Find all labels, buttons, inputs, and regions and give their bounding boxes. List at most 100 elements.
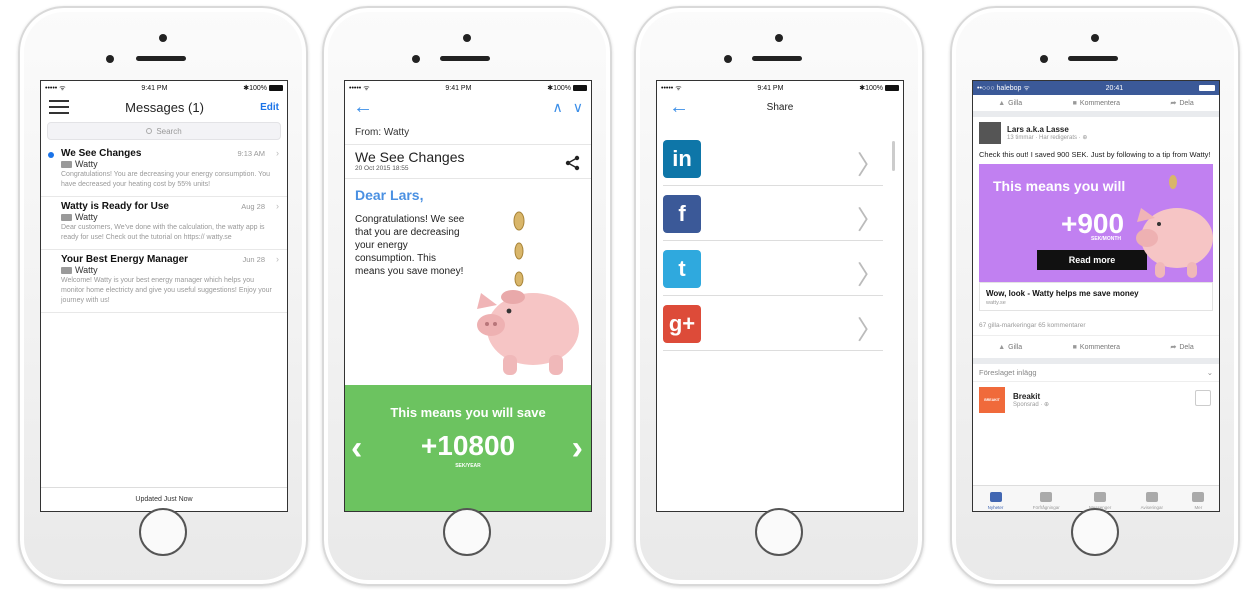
back-arrow-icon[interactable]: ←	[353, 97, 373, 117]
back-arrow-icon[interactable]: ←	[669, 95, 689, 119]
post-author[interactable]: Lars a.k.a Lasse	[1007, 125, 1087, 134]
share-option[interactable]: t 〉	[663, 241, 883, 296]
carrier: ••○○○ halebop ᯤ	[977, 84, 1030, 92]
search-placeholder: Search	[156, 126, 182, 136]
tab-f-rfr-gningar[interactable]: Förfrågningar	[1033, 492, 1060, 510]
chevron-left-icon[interactable]: ‹	[351, 429, 362, 468]
home-button[interactable]	[1071, 508, 1119, 556]
avatar[interactable]	[979, 122, 1001, 144]
clock: 9:41 PM	[757, 84, 784, 92]
ad-headline: This means you will	[993, 178, 1126, 194]
share-button[interactable]: ➦ Dela	[1170, 99, 1193, 107]
share-screen: ••••• ᯤ 9:41 PM ✱100% ← Share in 〉 f 〉 t 〉 g+ 〉	[656, 80, 904, 512]
nav-bar: Messages (1) Edit	[41, 95, 287, 119]
share-button[interactable]: ➦ Dela	[1170, 343, 1193, 351]
share-icon[interactable]	[565, 155, 581, 171]
suggested-post-header: Föreslaget inlägg ⌄	[973, 358, 1219, 382]
link-preview[interactable]: Wow, look - Watty helps me save money wa…	[979, 282, 1213, 311]
tab-icon	[1040, 492, 1053, 502]
message-preview: Dear customers, We've done with the calc…	[61, 224, 265, 241]
sponsored-item[interactable]: BREAKIT Breakit Sponsrad · ⊕	[973, 382, 1219, 418]
home-button[interactable]	[755, 508, 803, 556]
next-message-icon[interactable]: ∨	[573, 99, 583, 116]
tab-icon	[1192, 492, 1205, 502]
like-button[interactable]: ▲ Gilla	[998, 344, 1022, 351]
proximity-sensor	[1040, 55, 1048, 63]
tab-mer[interactable]: Mer	[1192, 492, 1205, 510]
tab-icon	[1145, 492, 1158, 502]
share-option[interactable]: g+ 〉	[663, 296, 883, 351]
earpiece-speaker	[752, 56, 802, 61]
front-camera	[463, 34, 471, 42]
share-option[interactable]: f 〉	[663, 186, 883, 241]
piggy-bank-illustration	[1136, 175, 1213, 278]
home-button[interactable]	[139, 508, 187, 556]
clock: 9:41 PM	[141, 84, 168, 92]
previous-message-icon[interactable]: ∧	[553, 99, 563, 116]
signal-indicator: ••••• ᯤ	[349, 84, 370, 92]
tab-nyheter[interactable]: Nyheter	[988, 492, 1003, 510]
post-text: Check this out! I saved 900 SEK. Just by…	[979, 150, 1211, 159]
phone-messages: ••••• ᯤ 9:41 PM ✱100% Messages (1) Edit …	[18, 6, 308, 586]
front-camera	[1091, 34, 1099, 42]
message-subject: We See Changes	[355, 149, 465, 165]
signal-indicator: ••••• ᯤ	[661, 84, 682, 92]
comment-button[interactable]: ■ Kommentera	[1073, 100, 1120, 107]
ad-unit: SEK/MONTH	[1091, 236, 1121, 242]
search-icon	[146, 128, 153, 134]
message-date: 20 Oct 2015 18:55	[355, 165, 409, 172]
status-bar: ••••• ᯤ 9:41 PM ✱100%	[657, 81, 903, 95]
battery-indicator: ✱100%	[547, 84, 587, 92]
link-title: Wow, look - Watty helps me save money	[986, 289, 1139, 298]
savings-amount: +10800	[420, 430, 516, 461]
chevron-down-icon[interactable]: ⌄	[1207, 368, 1213, 377]
share-option[interactable]: in 〉	[663, 131, 883, 186]
linkedin-icon: in	[663, 140, 701, 178]
earpiece-speaker	[1068, 56, 1118, 61]
link-url: watty.se	[986, 300, 1006, 306]
feed-post: Lars a.k.a Lasse 13 timmar · Har rediger…	[973, 117, 1219, 316]
home-button[interactable]	[443, 508, 491, 556]
scrollbar[interactable]	[892, 141, 895, 171]
message-list-item[interactable]: Watty is Ready for Use Aug 28 › Watty Dear c…	[41, 197, 287, 250]
reaction-counts[interactable]: 67 gilla-markeringar 65 kommentarer	[973, 316, 1219, 336]
message-date: Aug 28	[241, 202, 265, 211]
shared-image[interactable]: This means you will +900 SEK/MONTH Read …	[979, 164, 1213, 282]
status-bar: ••••• ᯤ 9:41 PM ✱100%	[345, 81, 591, 95]
chevron-right-icon: 〉	[856, 206, 883, 236]
comment-button[interactable]: ■ Kommentera	[1073, 344, 1120, 351]
nav-bar: ← Share	[657, 95, 903, 119]
hamburger-menu-icon[interactable]	[49, 100, 69, 114]
proximity-sensor	[106, 55, 114, 63]
message-date: Jun 28	[242, 255, 265, 264]
proximity-sensor	[724, 55, 732, 63]
suggested-label: Föreslaget inlägg	[979, 368, 1037, 377]
search-input[interactable]: Search	[47, 122, 281, 140]
chevron-right-icon: 〉	[856, 261, 883, 291]
message-list-item[interactable]: We See Changes 9:13 AM › Watty Congratulatio…	[41, 144, 287, 197]
battery-indicator: ✱100%	[859, 84, 899, 92]
page-title: Share	[766, 101, 794, 113]
page-title: Messages (1)	[125, 99, 204, 115]
tab-aviseringar[interactable]: Aviseringar	[1141, 492, 1163, 510]
sponsor-meta: Sponsrad · ⊕	[1013, 402, 1050, 408]
tab-icon	[1094, 492, 1107, 502]
message-list-item[interactable]: Your Best Energy Manager Jun 28 › Watty Welc…	[41, 250, 287, 313]
sponsor-logo: BREAKIT	[979, 387, 1005, 413]
like-button[interactable]: ▲ Gilla	[998, 100, 1022, 107]
signal-indicator: ••••• ᯤ	[45, 84, 66, 92]
edit-button[interactable]: Edit	[260, 102, 279, 113]
chevron-right-icon[interactable]: ›	[572, 429, 583, 468]
savings-unit: SEK/YEAR	[455, 463, 481, 469]
earpiece-speaker	[136, 56, 186, 61]
share-options-list: in 〉 f 〉 t 〉 g+ 〉	[657, 131, 903, 351]
clock: 20:41	[1105, 84, 1124, 92]
message-preview: Welcome! Watty is your best energy manag…	[61, 277, 272, 304]
like-page-button[interactable]	[1195, 390, 1211, 406]
mail-tag-icon	[61, 213, 72, 221]
facebook-screen: ••○○○ halebop ᯤ 20:41 ▲ Gilla ■ Kommentera…	[972, 80, 1220, 512]
mail-tag-icon	[61, 160, 72, 168]
message-header: We See Changes 20 Oct 2015 18:55	[345, 145, 591, 179]
post-meta: 13 timmar · Har redigerats · ⊕	[1007, 135, 1088, 141]
front-camera	[159, 34, 167, 42]
